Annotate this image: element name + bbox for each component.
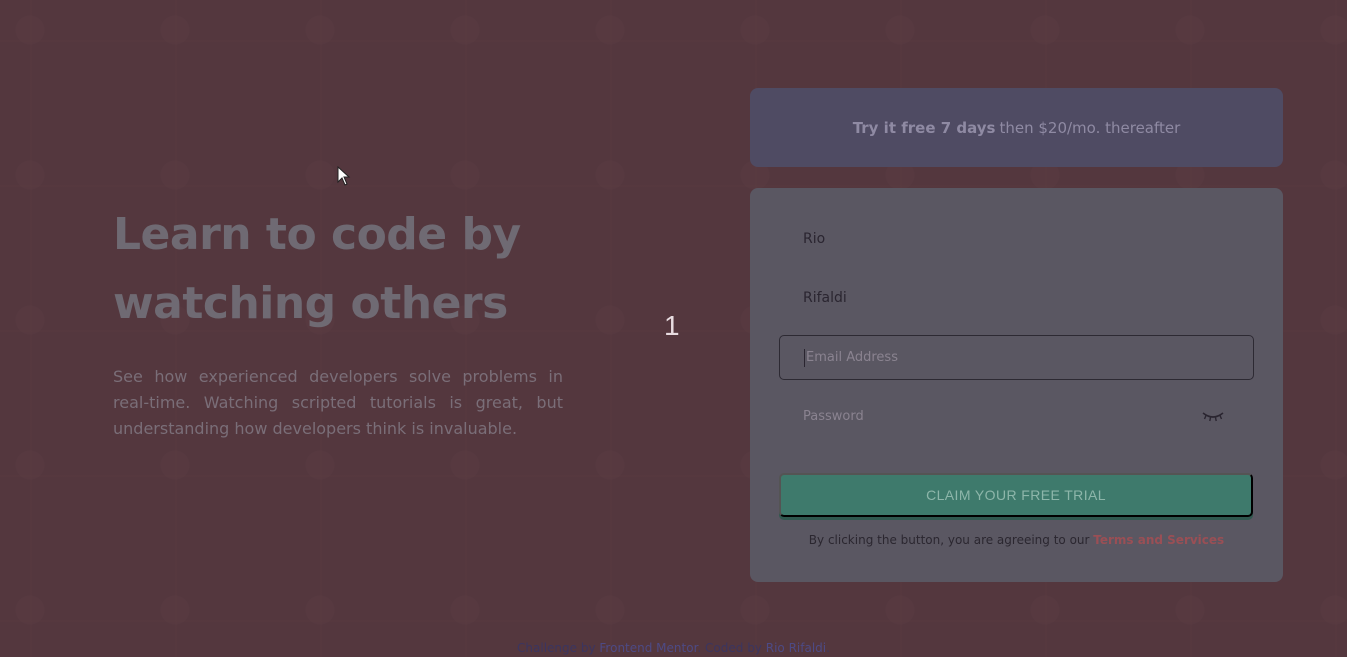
- promo-banner: Try it free 7 days then $20/mo. thereaft…: [750, 88, 1283, 167]
- author-link[interactable]: Rio Rifaldi: [766, 641, 826, 655]
- first-name-value: Rio: [803, 230, 826, 247]
- attribution-footer: Challenge by Frontend Mentor. Coded by R…: [0, 641, 1347, 655]
- last-name-field[interactable]: Rifaldi: [779, 275, 1254, 320]
- promo-rest-text: then $20/mo. thereafter: [999, 118, 1181, 137]
- attribution-prefix: Challenge by: [517, 641, 596, 655]
- frontend-mentor-link[interactable]: Frontend Mentor: [599, 641, 697, 655]
- mouse-cursor-icon: [337, 166, 351, 186]
- email-field[interactable]: Email Address: [779, 335, 1254, 380]
- claim-free-trial-button[interactable]: CLAIM YOUR FREE TRIAL: [779, 473, 1253, 517]
- text-caret: [804, 348, 805, 367]
- terms-link[interactable]: Terms and Services: [1093, 533, 1224, 547]
- hero-description: See how experienced developers solve pro…: [113, 367, 563, 438]
- hero-title-line-1: Learn to code by: [113, 209, 521, 260]
- hero-title-line-2: watching others: [113, 278, 508, 329]
- attribution-suffix: .: [826, 641, 830, 655]
- password-placeholder: Password: [803, 409, 864, 424]
- last-name-value: Rifaldi: [803, 289, 847, 306]
- eye-closed-icon[interactable]: [1202, 410, 1224, 422]
- promo-bold-text: Try it free 7 days: [852, 118, 996, 137]
- attribution-middle: . Coded by: [697, 641, 762, 655]
- terms-notice: By clicking the button, you are agreeing…: [750, 533, 1283, 547]
- email-placeholder: Email Address: [806, 350, 898, 365]
- terms-prefix: By clicking the button, you are agreeing…: [808, 533, 1090, 547]
- first-name-field[interactable]: Rio: [779, 216, 1254, 261]
- password-field[interactable]: Password: [779, 394, 1254, 439]
- hero-title: Learn to code by watching others: [113, 200, 563, 338]
- step-number: 1: [664, 310, 680, 341]
- hero-section: Learn to code by watching others See how…: [113, 200, 563, 442]
- signup-form: Rio Rifaldi Email Address Password CLAIM…: [750, 188, 1283, 582]
